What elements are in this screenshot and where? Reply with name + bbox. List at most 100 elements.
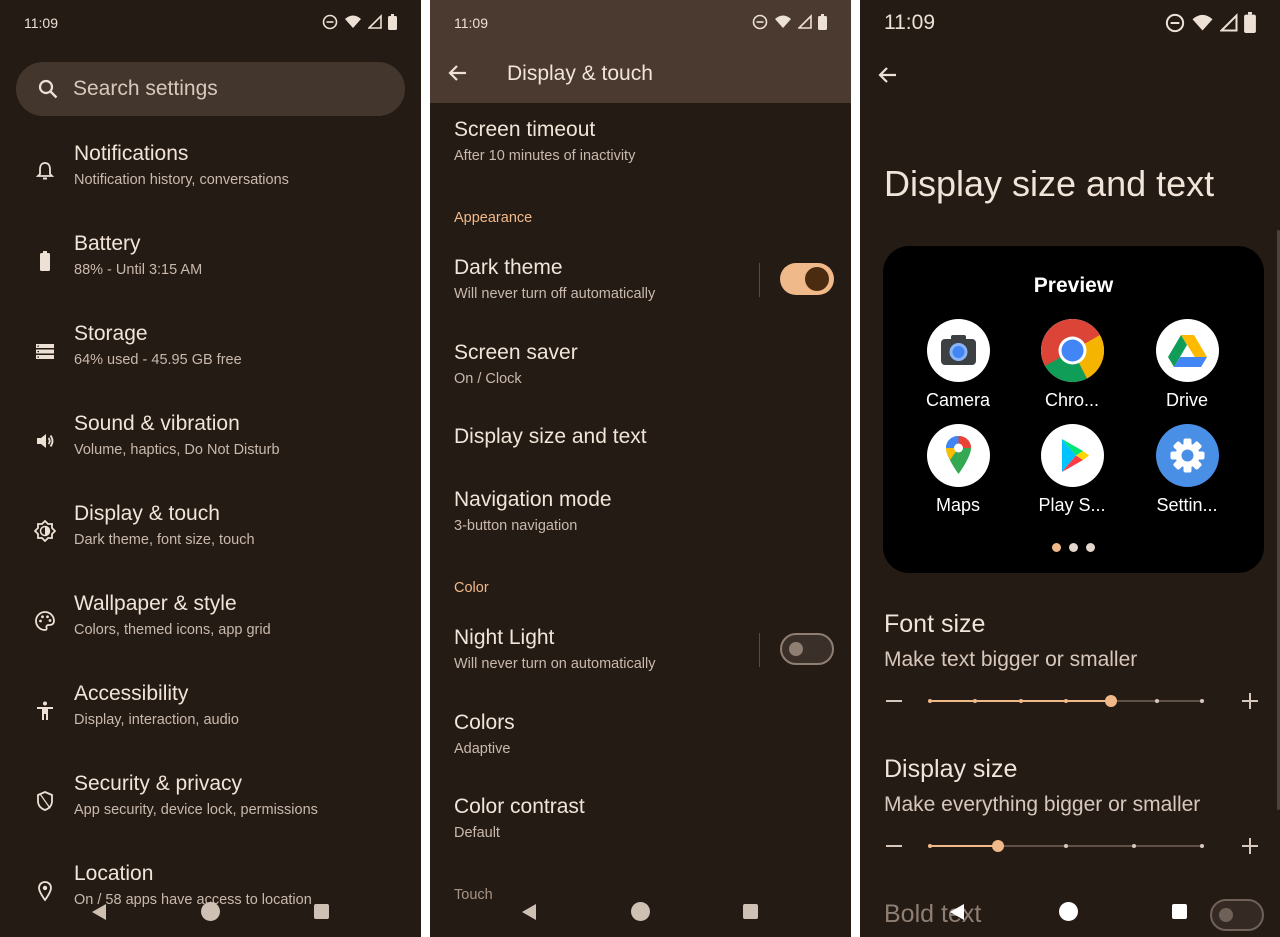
nav-back-icon[interactable]: [92, 904, 106, 920]
search-placeholder: Search settings: [73, 77, 218, 100]
navigation-bar: [0, 892, 421, 932]
status-icons: [752, 14, 827, 30]
settings-app-icon: [1155, 424, 1219, 487]
settings-item-title: Storage: [74, 322, 148, 345]
color-contrast-item[interactable]: Color contrast Default: [454, 795, 831, 841]
nav-home-icon[interactable]: [631, 902, 650, 921]
status-icons: [322, 14, 397, 30]
play-store-app-icon: [1040, 424, 1104, 487]
status-time: 11:09: [24, 15, 58, 31]
navigation-mode-item[interactable]: Navigation mode 3-button navigation: [454, 488, 831, 534]
item-title: Dark theme: [454, 256, 563, 279]
slider-tick: [973, 699, 978, 703]
status-time: 11:09: [454, 15, 488, 31]
preview-app-camera: Camera: [903, 319, 1013, 411]
status-bar: 11:09: [860, 0, 1280, 46]
slider-tick: [1064, 844, 1068, 848]
back-arrow-icon[interactable]: [878, 65, 898, 85]
page-title: Display & touch: [507, 62, 653, 85]
slider-fill: [930, 845, 998, 847]
nav-recents-icon[interactable]: [743, 904, 758, 919]
screen-timeout-item[interactable]: Screen timeout After 10 minutes of inact…: [454, 118, 831, 164]
settings-item-subtitle: Display, interaction, audio: [74, 712, 239, 728]
item-subtitle: Will never turn on automatically: [454, 656, 656, 672]
dark-theme-item[interactable]: Dark theme Will never turn off automatic…: [454, 256, 831, 302]
nav-recents-icon[interactable]: [1172, 904, 1187, 919]
preview-app-play-store: Play S...: [1017, 424, 1127, 516]
signal-icon: [368, 14, 382, 29]
slider-track[interactable]: [928, 695, 1204, 707]
divider: [759, 633, 760, 667]
status-bar: 11:09: [0, 0, 421, 46]
item-subtitle: 3-button navigation: [454, 518, 578, 534]
settings-item-subtitle: Notification history, conversations: [74, 172, 289, 188]
battery-icon: [40, 251, 50, 271]
nav-recents-icon[interactable]: [314, 904, 329, 919]
wifi-icon: [345, 15, 361, 28]
settings-item-storage[interactable]: Storage 64% used - 45.95 GB free: [0, 306, 421, 396]
display-size-item[interactable]: Display size and text: [454, 425, 831, 449]
dnd-icon: [752, 14, 768, 30]
page-dot: [1086, 543, 1095, 552]
preview-title: Preview: [1033, 274, 1114, 297]
screen-saver-item[interactable]: Screen saver On / Clock: [454, 341, 831, 387]
section-header-appearance: Appearance: [454, 210, 533, 226]
plus-icon[interactable]: [1249, 693, 1251, 709]
colors-item[interactable]: Colors Adaptive: [454, 711, 831, 757]
settings-item-notifications[interactable]: Notifications Notification history, conv…: [0, 126, 421, 216]
slider-thumb[interactable]: [1105, 695, 1118, 707]
dnd-icon: [322, 14, 338, 30]
signal-icon: [1220, 12, 1238, 31]
item-subtitle: Will never turn off automatically: [454, 286, 656, 302]
settings-item-battery[interactable]: Battery 88% - Until 3:15 AM: [0, 216, 421, 306]
back-arrow-icon[interactable]: [448, 63, 468, 83]
slider-thumb[interactable]: [992, 840, 1004, 852]
display-touch-panel: 11:09 Display & touch Screen timeout Aft…: [430, 0, 851, 937]
palette-icon: [35, 611, 55, 631]
display-size-slider[interactable]: [884, 831, 1260, 861]
nav-back-icon[interactable]: [950, 904, 964, 920]
app-label: Chro...: [1044, 390, 1100, 410]
settings-item-title: Accessibility: [74, 682, 189, 705]
slider-track[interactable]: [928, 840, 1204, 852]
settings-item-subtitle: 64% used - 45.95 GB free: [74, 352, 242, 368]
nav-home-icon[interactable]: [1059, 902, 1078, 921]
page-dot: [1052, 543, 1061, 552]
settings-item-subtitle: Volume, haptics, Do Not Disturb: [74, 442, 280, 458]
font-size-title: Font size: [884, 610, 986, 638]
search-bar[interactable]: Search settings: [16, 62, 405, 116]
slider-tick: [1154, 699, 1159, 703]
battery-status-icon: [818, 14, 827, 30]
settings-item-security[interactable]: Security & privacy App security, device …: [0, 756, 421, 846]
settings-item-accessibility[interactable]: Accessibility Display, interaction, audi…: [0, 666, 421, 756]
nav-home-icon[interactable]: [201, 902, 220, 921]
page-title: Display size and text: [884, 163, 1215, 204]
wifi-icon: [775, 15, 791, 28]
settings-item-subtitle: Dark theme, font size, touch: [74, 532, 255, 548]
settings-item-title: Battery: [74, 232, 141, 255]
minus-icon[interactable]: [886, 845, 902, 847]
settings-panel: 11:09 Search settings Notifications Noti…: [0, 0, 421, 937]
settings-item-display[interactable]: Display & touch Dark theme, font size, t…: [0, 486, 421, 576]
item-title: Display size and text: [454, 425, 647, 448]
nav-back-icon[interactable]: [522, 904, 536, 920]
settings-item-subtitle: 88% - Until 3:15 AM: [74, 262, 203, 278]
settings-item-title: Notifications: [74, 142, 189, 165]
dark-theme-toggle[interactable]: [780, 263, 834, 295]
divider: [759, 263, 760, 297]
settings-item-sound[interactable]: Sound & vibration Volume, haptics, Do No…: [0, 396, 421, 486]
search-icon: [38, 79, 58, 99]
settings-item-wallpaper[interactable]: Wallpaper & style Colors, themed icons, …: [0, 576, 421, 666]
app-label: Maps: [935, 495, 980, 515]
item-title: Screen saver: [454, 341, 578, 364]
plus-icon[interactable]: [1249, 838, 1251, 854]
toggle-knob: [789, 642, 803, 656]
item-title: Night Light: [454, 626, 555, 649]
minus-icon[interactable]: [886, 700, 902, 702]
wifi-icon: [1192, 14, 1213, 30]
navigation-bar: [430, 892, 851, 932]
night-light-toggle[interactable]: [780, 633, 834, 665]
font-size-slider[interactable]: [884, 686, 1260, 716]
slider-tick: [928, 699, 932, 703]
night-light-item[interactable]: Night Light Will never turn on automatic…: [454, 626, 831, 672]
